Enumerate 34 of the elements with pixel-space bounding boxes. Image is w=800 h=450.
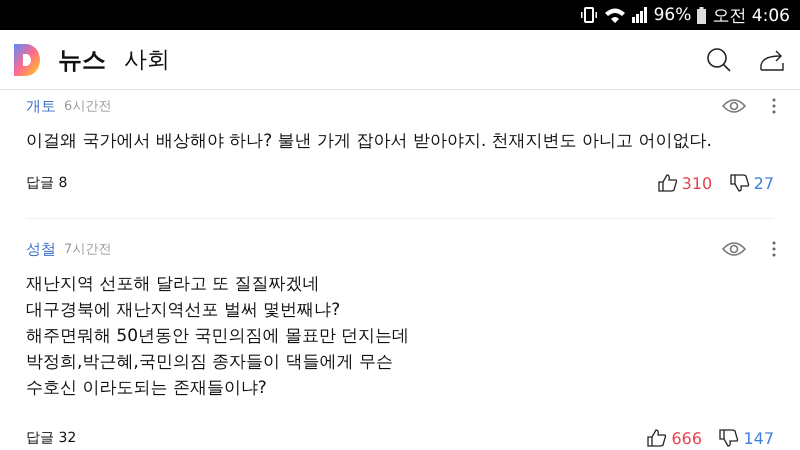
search-icon[interactable] — [706, 46, 732, 72]
comment-text: 이걸왜 국가에서 배상해야 하나? 불낸 가게 잡아서 받아야지. 천재지변도 아니고 어이없다. — [26, 130, 713, 153]
comment-time: 6시간전 — [64, 98, 112, 115]
like-count: 666 — [671, 428, 703, 448]
comment-text: 수호신 이라도되는 존재들이냐? — [26, 377, 268, 400]
eye-icon[interactable] — [722, 98, 746, 114]
comment-text: 재난지역 선포해 달라고 또 질질짜겠네 — [26, 273, 321, 296]
more-icon[interactable] — [772, 98, 776, 114]
thumbs-down-icon[interactable] — [730, 174, 750, 192]
thumbs-up-icon[interactable] — [647, 429, 668, 447]
clock: 오전 4:06 — [712, 4, 790, 26]
signal-icon — [632, 7, 648, 23]
app-logo-icon[interactable] — [14, 44, 42, 76]
dislike-count: 147 — [743, 428, 774, 448]
reply-count[interactable]: 답글 8 — [26, 174, 68, 192]
wifi-icon — [604, 7, 626, 23]
battery-percent: 96% — [654, 5, 692, 25]
reply-count[interactable]: 답글 32 — [26, 429, 76, 447]
thumbs-down-icon[interactable] — [719, 429, 740, 447]
section-title: 뉴스 — [58, 44, 106, 76]
comment-text: 대구경북에 재난지역선포 벌써 몇번째냐? — [26, 299, 342, 322]
dislike-count: 27 — [754, 174, 774, 192]
like-count: 310 — [682, 174, 714, 192]
comment-author[interactable]: 성철 — [26, 240, 56, 258]
comment-text: 박정희,박근혜,국민의짐 종자들이 댁들에게 무슨 — [26, 351, 394, 374]
battery-icon — [697, 6, 706, 24]
comment-author[interactable]: 개토 — [26, 96, 56, 116]
comment-time: 7시간전 — [64, 241, 112, 258]
more-icon[interactable] — [772, 241, 776, 257]
vibrate-icon — [580, 7, 598, 23]
comment-text: 해주면뭐해 50년동안 국민의짐에 몰표만 던지는데 — [26, 325, 410, 348]
thumbs-up-icon[interactable] — [658, 174, 678, 192]
eye-icon[interactable] — [722, 241, 746, 257]
category-title: 사회 — [124, 46, 170, 75]
